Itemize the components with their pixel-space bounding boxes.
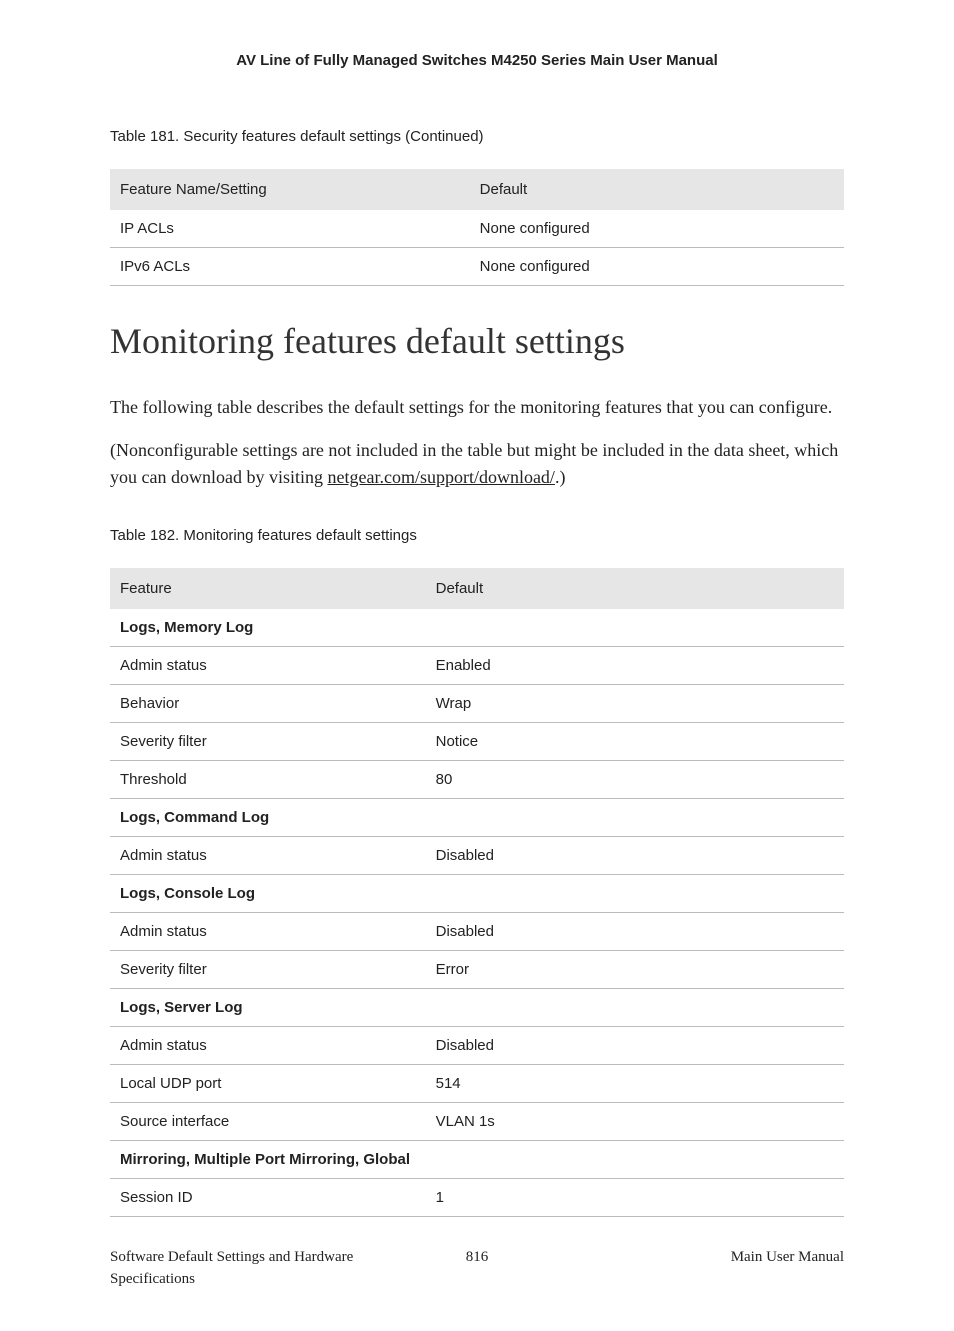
table-cell-feature: Behavior [110, 685, 426, 723]
footer-left: Software Default Settings and Hardware S… [110, 1247, 360, 1291]
table-row: Logs, Server Log [110, 989, 844, 1027]
table-row: Mirroring, Multiple Port Mirroring, Glob… [110, 1141, 844, 1179]
download-link[interactable]: netgear.com/support/download/ [327, 467, 554, 487]
table-cell-default: None configured [470, 248, 844, 286]
table-cell-feature: Source interface [110, 1103, 426, 1141]
body-paragraph-1: The following table describes the defaul… [110, 394, 844, 421]
table-cell-default [426, 609, 844, 647]
table-cell-feature: Mirroring, Multiple Port Mirroring, Glob… [110, 1141, 426, 1179]
table-row: Source interfaceVLAN 1s [110, 1103, 844, 1141]
table-cell-feature: Admin status [110, 1027, 426, 1065]
table-row: Severity filterNotice [110, 723, 844, 761]
body-paragraph-2-text-b: .) [555, 467, 566, 487]
table-cell-default: 514 [426, 1065, 844, 1103]
table-cell-default: 1 [426, 1179, 844, 1217]
table-row: Admin statusDisabled [110, 1027, 844, 1065]
table-cell-default: 80 [426, 761, 844, 799]
table-cell-default: Disabled [426, 1027, 844, 1065]
table-181-caption: Table 181. Security features default set… [110, 126, 844, 147]
table-cell-feature: Logs, Server Log [110, 989, 426, 1027]
table-cell-default: Disabled [426, 913, 844, 951]
table-cell-default: Disabled [426, 837, 844, 875]
table-cell-feature: Logs, Console Log [110, 875, 426, 913]
table-cell-feature: Threshold [110, 761, 426, 799]
table-row: Admin statusDisabled [110, 837, 844, 875]
footer-right: Main User Manual [594, 1247, 844, 1268]
table-cell-feature: Admin status [110, 647, 426, 685]
table-cell-default [426, 989, 844, 1027]
table-cell-feature: IP ACLs [110, 210, 470, 248]
table-cell-default: Notice [426, 723, 844, 761]
table-cell-default: Wrap [426, 685, 844, 723]
table-row: IP ACLsNone configured [110, 210, 844, 248]
table-cell-feature: Logs, Memory Log [110, 609, 426, 647]
table-row: BehaviorWrap [110, 685, 844, 723]
footer-page-number: 816 [360, 1247, 595, 1268]
page-footer: Software Default Settings and Hardware S… [110, 1247, 844, 1291]
table-row: Admin statusEnabled [110, 647, 844, 685]
table-181-header-default: Default [470, 169, 844, 210]
table-182: Feature Default Logs, Memory LogAdmin st… [110, 568, 844, 1217]
body-paragraph-2: (Nonconfigurable settings are not includ… [110, 437, 844, 491]
table-cell-default [426, 1141, 844, 1179]
table-row: Logs, Command Log [110, 799, 844, 837]
table-cell-default: None configured [470, 210, 844, 248]
table-cell-feature: IPv6 ACLs [110, 248, 470, 286]
table-cell-feature: Local UDP port [110, 1065, 426, 1103]
table-cell-default: VLAN 1s [426, 1103, 844, 1141]
table-cell-default [426, 799, 844, 837]
table-181: Feature Name/Setting Default IP ACLsNone… [110, 169, 844, 286]
table-row: Threshold80 [110, 761, 844, 799]
table-row: Severity filterError [110, 951, 844, 989]
table-row: Admin statusDisabled [110, 913, 844, 951]
table-row: Local UDP port514 [110, 1065, 844, 1103]
section-heading: Monitoring features default settings [110, 316, 844, 366]
table-cell-feature: Session ID [110, 1179, 426, 1217]
table-182-caption: Table 182. Monitoring features default s… [110, 525, 844, 546]
table-181-header-feature: Feature Name/Setting [110, 169, 470, 210]
table-row: Logs, Memory Log [110, 609, 844, 647]
table-182-header-feature: Feature [110, 568, 426, 609]
table-cell-feature: Logs, Command Log [110, 799, 426, 837]
table-cell-feature: Severity filter [110, 723, 426, 761]
table-cell-feature: Admin status [110, 837, 426, 875]
document-header: AV Line of Fully Managed Switches M4250 … [110, 50, 844, 71]
table-cell-feature: Admin status [110, 913, 426, 951]
table-row: Logs, Console Log [110, 875, 844, 913]
table-cell-default: Enabled [426, 647, 844, 685]
table-row: IPv6 ACLsNone configured [110, 248, 844, 286]
table-cell-feature: Severity filter [110, 951, 426, 989]
table-cell-default [426, 875, 844, 913]
table-cell-default: Error [426, 951, 844, 989]
table-182-header-default: Default [426, 568, 844, 609]
table-row: Session ID1 [110, 1179, 844, 1217]
